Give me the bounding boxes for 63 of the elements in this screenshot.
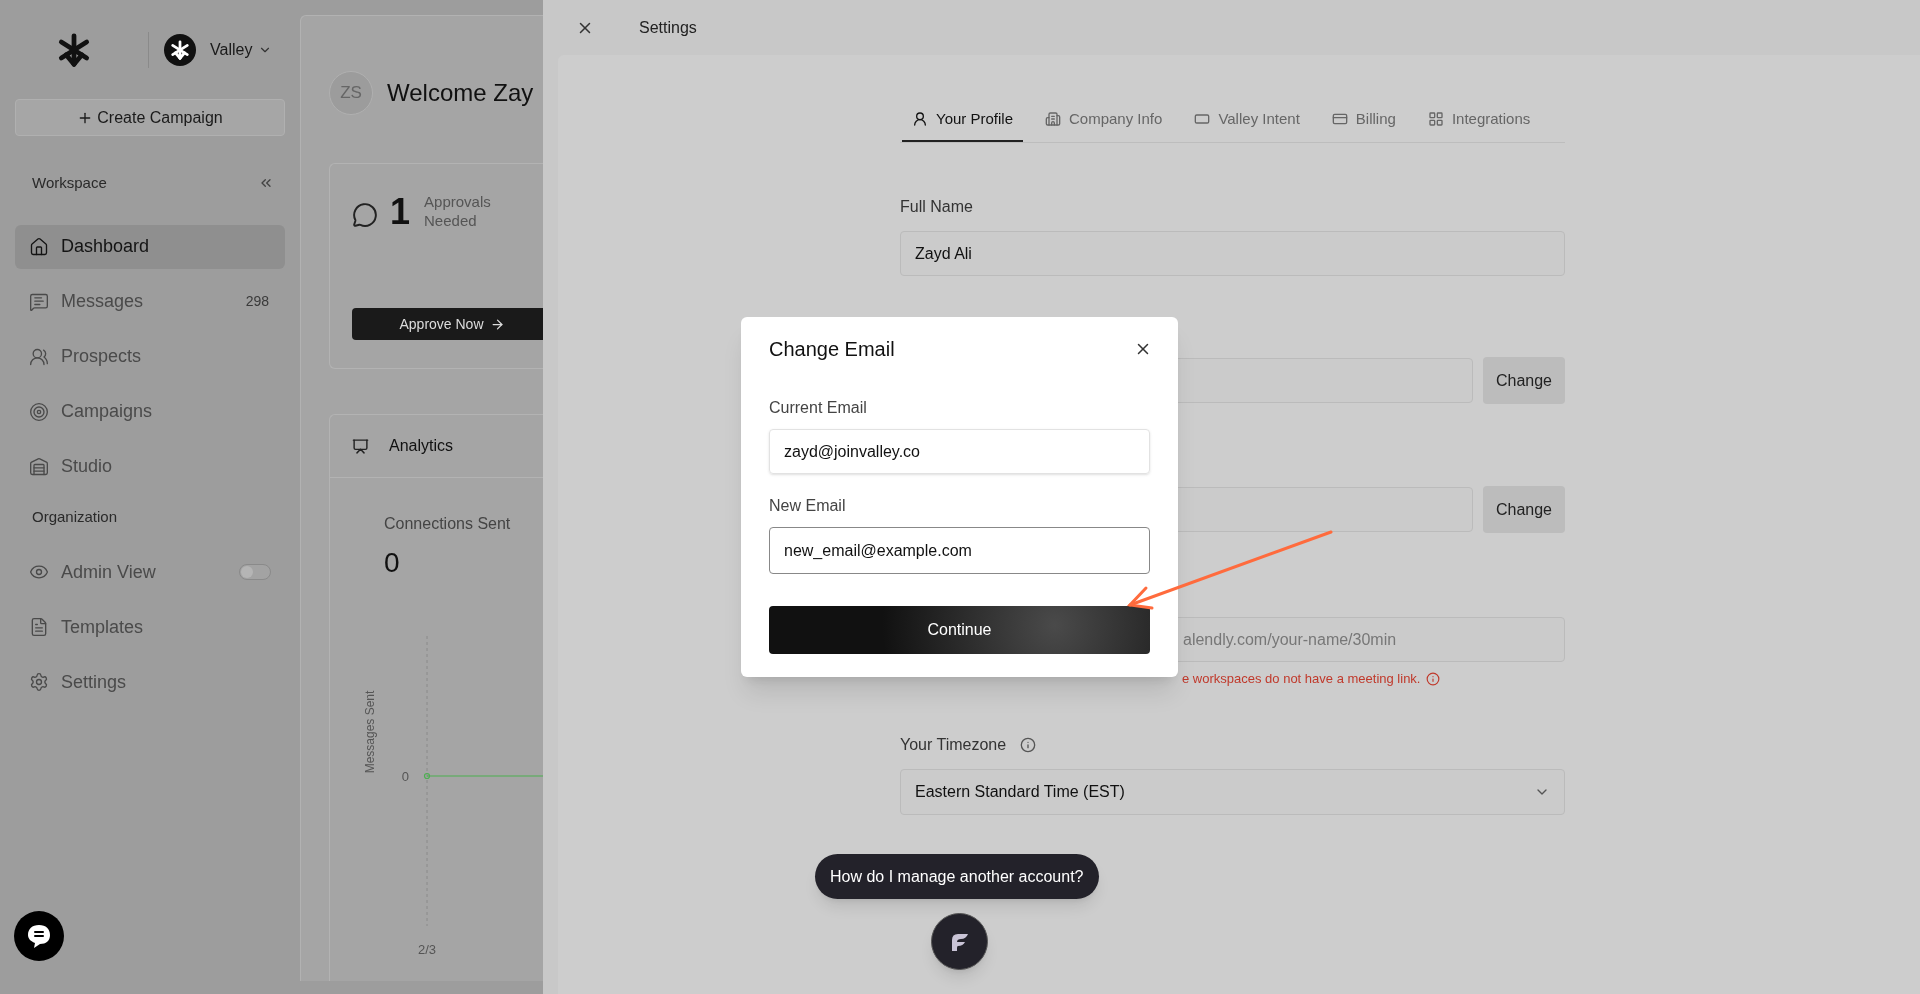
chat-bubble-icon xyxy=(26,923,52,949)
full-name-field[interactable]: Zayd Ali xyxy=(900,231,1565,276)
target-icon xyxy=(29,401,49,422)
field-label: Your Timezone xyxy=(900,734,1007,755)
home-icon xyxy=(29,236,49,257)
approvals-count: 1 xyxy=(390,192,411,232)
field-label: New Email xyxy=(769,496,847,516)
info-icon xyxy=(1020,736,1037,753)
approve-now-button[interactable]: Approve Now xyxy=(352,308,543,340)
sidebar-item[interactable]: Templates xyxy=(15,605,285,649)
house-icon xyxy=(29,456,49,477)
y-tick-label: 0 xyxy=(401,769,409,784)
document-icon xyxy=(29,617,49,637)
settings-tab[interactable]: Integrations xyxy=(1417,98,1541,142)
sidebar-item[interactable]: Settings xyxy=(15,660,285,704)
timezone-select[interactable]: Eastern Standard Time (EST) xyxy=(900,768,1565,815)
new-email-field[interactable]: new_email@example.com xyxy=(769,527,1150,574)
sidebar-item[interactable]: Admin View xyxy=(15,550,285,594)
info-icon xyxy=(1426,671,1441,686)
presentation-icon xyxy=(352,437,369,455)
rectangle-icon xyxy=(1194,111,1211,127)
settings-icon xyxy=(29,672,49,692)
x-tick-label: 2/3 xyxy=(417,942,437,957)
sidebar-item[interactable]: Prospects xyxy=(15,334,285,379)
person-icon xyxy=(912,111,928,127)
section-title: Workspace xyxy=(32,173,107,193)
building-icon xyxy=(1045,111,1061,127)
data-point xyxy=(423,772,431,780)
approvals-label: Approvals Needed xyxy=(424,192,492,230)
analytics-title: Analytics xyxy=(389,436,454,456)
panel-title: Settings xyxy=(639,17,697,38)
create-campaign-button[interactable]: Create Campaign xyxy=(15,99,285,136)
metric-value: 0 xyxy=(384,546,401,580)
assistant-prompt[interactable]: How do I manage another account? xyxy=(815,854,1099,899)
workspace-switcher[interactable]: Valley xyxy=(164,34,273,66)
arrow-right-icon xyxy=(489,316,505,332)
grid-icon xyxy=(1427,111,1444,127)
current-email-field[interactable]: zayd@joinvalley.co xyxy=(769,429,1150,474)
message-count: 298 xyxy=(245,292,269,311)
sidebar-item[interactable]: Studio xyxy=(15,444,285,489)
welcome-heading: Welcome Zay xyxy=(387,78,534,108)
sidebar-item[interactable]: Campaigns xyxy=(15,389,285,434)
continue-button[interactable]: Continue xyxy=(769,606,1150,654)
settings-tab[interactable]: Billing xyxy=(1321,98,1406,142)
y-axis-label: Messages Sent xyxy=(363,690,378,774)
message-icon xyxy=(29,291,49,312)
settings-tab[interactable]: Your Profile xyxy=(902,98,1023,142)
sidebar-item[interactable]: Messages 298 xyxy=(15,279,285,324)
admin-toggle[interactable] xyxy=(239,564,271,580)
sidebar-item[interactable]: Dashboard xyxy=(15,224,285,269)
dialog-title: Change Email xyxy=(769,337,895,362)
card-icon xyxy=(1331,111,1348,127)
chat-button[interactable] xyxy=(14,911,64,961)
settings-tab[interactable]: Company Info xyxy=(1035,98,1173,142)
settings-tab[interactable]: Valley Intent xyxy=(1184,98,1310,142)
field-label: Current Email xyxy=(769,398,868,418)
section-title: Organization xyxy=(32,506,118,527)
field-label: Full Name xyxy=(900,197,974,217)
people-icon xyxy=(29,346,49,367)
change-button[interactable]: Change xyxy=(1483,486,1565,533)
change-button[interactable]: Change xyxy=(1483,357,1565,404)
error-message: e workspaces do not have a meeting link. xyxy=(1182,670,1421,688)
metric-label: Connections Sent xyxy=(384,514,512,534)
